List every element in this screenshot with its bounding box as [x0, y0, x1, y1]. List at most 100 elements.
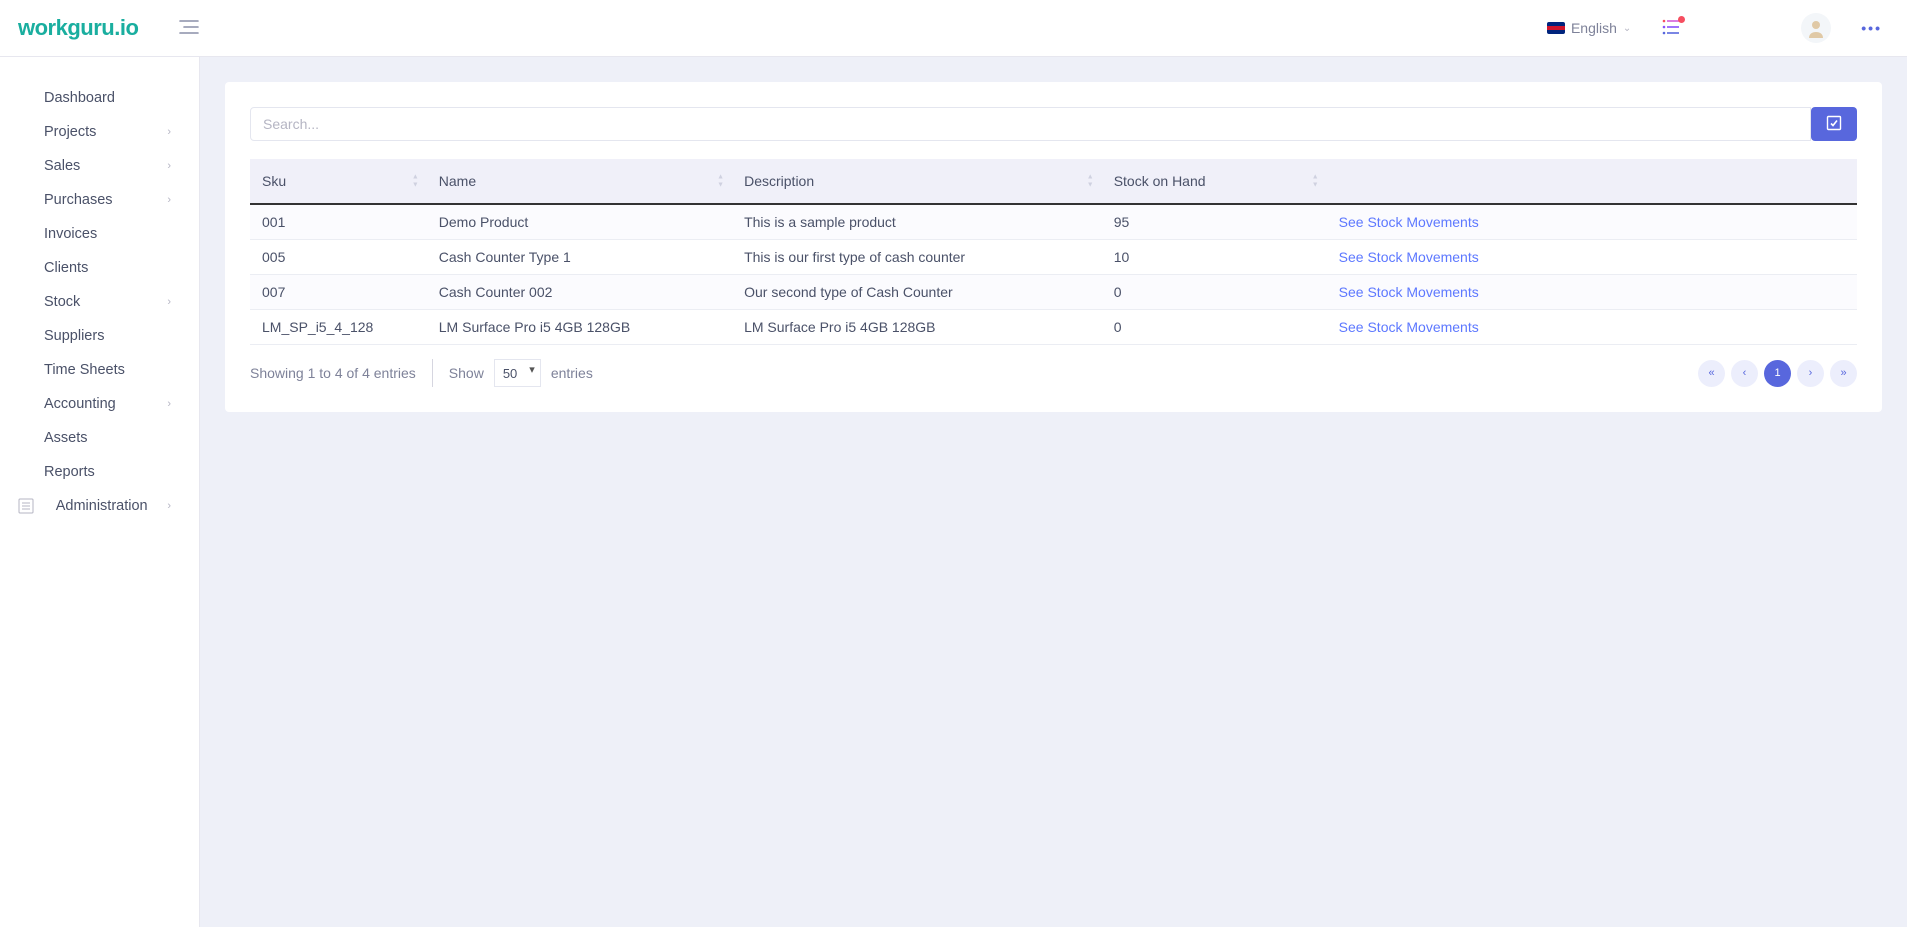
table-row: 005Cash Counter Type 1This is our first … — [250, 240, 1857, 275]
check-icon — [1826, 115, 1842, 134]
sidebar-item-label: Reports — [44, 464, 95, 480]
showing-text: Showing 1 to 4 of 4 entries — [250, 365, 416, 381]
sidebar-item-time-sheets[interactable]: Time Sheets — [0, 353, 199, 387]
sidebar-item-suppliers[interactable]: Suppliers — [0, 319, 199, 353]
sidebar-item-purchases[interactable]: Purchases › — [0, 183, 199, 217]
sidebar-item-label: Time Sheets — [44, 362, 125, 378]
col-actions[interactable]: ▲▼ — [1327, 159, 1857, 204]
notification-dot-icon — [1678, 16, 1685, 23]
sidebar-item-administration[interactable]: Administration › — [0, 489, 199, 523]
chevron-right-icon: › — [167, 126, 171, 138]
cell-name: Demo Product — [427, 204, 732, 240]
sidebar-item-label: Projects — [44, 124, 96, 140]
cell-sku: 007 — [250, 275, 427, 310]
entries-label: entries — [551, 365, 593, 381]
page-first-button[interactable]: « — [1698, 360, 1725, 387]
sidebar-item-sales[interactable]: Sales › — [0, 149, 199, 183]
see-stock-movements-link[interactable]: See Stock Movements — [1339, 319, 1479, 335]
content-card: Sku ▲▼ Name ▲▼ Description ▲▼ Stock on Hand ▲▼ ▲… — [225, 82, 1882, 412]
col-sku[interactable]: Sku ▲▼ — [250, 159, 427, 204]
see-stock-movements-link[interactable]: See Stock Movements — [1339, 284, 1479, 300]
shell: Dashboard Projects › Sales › Purchases › Invoic… — [0, 57, 1907, 927]
sidebar: Dashboard Projects › Sales › Purchases › Invoic… — [0, 57, 200, 927]
main-content: Sku ▲▼ Name ▲▼ Description ▲▼ Stock on Hand ▲▼ ▲… — [200, 57, 1907, 927]
cell-sku: LM_SP_i5_4_128 — [250, 310, 427, 345]
col-description[interactable]: Description ▲▼ — [732, 159, 1102, 204]
see-stock-movements-link[interactable]: See Stock Movements — [1339, 249, 1479, 265]
table-row: 001Demo ProductThis is a sample product9… — [250, 204, 1857, 240]
sidebar-item-clients[interactable]: Clients — [0, 251, 199, 285]
sort-icon: ▲▼ — [412, 174, 419, 189]
pagination: « ‹ 1 › » — [1698, 360, 1857, 387]
sidebar-item-label: Clients — [44, 260, 88, 276]
page-next-button[interactable]: › — [1797, 360, 1824, 387]
col-name[interactable]: Name ▲▼ — [427, 159, 732, 204]
sidebar-item-label: Sales — [44, 158, 80, 174]
table-footer: Showing 1 to 4 of 4 entries Show 50 entr… — [250, 359, 1857, 387]
col-label: Sku — [262, 173, 286, 189]
sidebar-item-reports[interactable]: Reports — [0, 455, 199, 489]
sidebar-item-assets[interactable]: Assets — [0, 421, 199, 455]
chevron-right-icon: › — [167, 398, 171, 410]
cell-action: See Stock Movements — [1327, 204, 1857, 240]
cell-action: See Stock Movements — [1327, 275, 1857, 310]
menu-toggle-icon[interactable] — [178, 19, 200, 38]
sidebar-item-accounting[interactable]: Accounting › — [0, 387, 199, 421]
logo[interactable]: workguru.io — [18, 15, 138, 41]
cell-description: Our second type of Cash Counter — [732, 275, 1102, 310]
cell-soh: 95 — [1102, 204, 1327, 240]
sidebar-item-stock[interactable]: Stock › — [0, 285, 199, 319]
chevron-right-icon: › — [167, 500, 171, 512]
sidebar-item-dashboard[interactable]: Dashboard — [0, 81, 199, 115]
footer-left: Showing 1 to 4 of 4 entries Show 50 entr… — [250, 359, 593, 387]
sidebar-item-label: Stock — [44, 294, 80, 310]
sidebar-item-label: Assets — [44, 430, 88, 446]
flag-icon — [1547, 22, 1565, 34]
page-1-button[interactable]: 1 — [1764, 360, 1791, 387]
cell-name: LM Surface Pro i5 4GB 128GB — [427, 310, 732, 345]
col-label: Name — [439, 173, 476, 189]
sidebar-item-label: Invoices — [44, 226, 97, 242]
cell-name: Cash Counter Type 1 — [427, 240, 732, 275]
col-label: Description — [744, 173, 814, 189]
app-header: workguru.io English ⌄ ••• — [0, 0, 1907, 57]
page-size-wrap: 50 — [494, 359, 541, 387]
chevron-right-icon: › — [167, 194, 171, 206]
show-label: Show — [449, 365, 484, 381]
search-input[interactable] — [250, 107, 1811, 141]
sidebar-item-label: Suppliers — [44, 328, 104, 344]
sidebar-item-projects[interactable]: Projects › — [0, 115, 199, 149]
cell-soh: 10 — [1102, 240, 1327, 275]
chevron-right-icon: › — [167, 296, 171, 308]
sidebar-item-label: Purchases — [44, 192, 113, 208]
sidebar-item-label: Dashboard — [44, 90, 115, 106]
header-right: English ⌄ ••• — [1547, 13, 1882, 43]
page-size-select[interactable]: 50 — [494, 359, 541, 387]
user-avatar[interactable] — [1801, 13, 1831, 43]
sidebar-item-invoices[interactable]: Invoices — [0, 217, 199, 251]
sidebar-item-label: Accounting — [44, 396, 116, 412]
page-prev-button[interactable]: ‹ — [1731, 360, 1758, 387]
col-stock-on-hand[interactable]: Stock on Hand ▲▼ — [1102, 159, 1327, 204]
sort-icon: ▲▼ — [1087, 174, 1094, 189]
language-selector[interactable]: English ⌄ — [1547, 20, 1631, 36]
search-submit-button[interactable] — [1811, 107, 1857, 141]
chevron-down-icon: ⌄ — [1623, 23, 1631, 34]
cell-sku: 001 — [250, 204, 427, 240]
sort-icon: ▲▼ — [1312, 174, 1319, 189]
sort-icon: ▲▼ — [717, 174, 724, 189]
cell-sku: 005 — [250, 240, 427, 275]
sidebar-item-label: Administration — [56, 498, 148, 514]
see-stock-movements-link[interactable]: See Stock Movements — [1339, 214, 1479, 230]
col-label: Stock on Hand — [1114, 173, 1206, 189]
quick-actions-button[interactable] — [1661, 18, 1681, 39]
cell-soh: 0 — [1102, 275, 1327, 310]
cell-description: LM Surface Pro i5 4GB 128GB — [732, 310, 1102, 345]
divider — [432, 359, 433, 387]
page-last-button[interactable]: » — [1830, 360, 1857, 387]
cell-name: Cash Counter 002 — [427, 275, 732, 310]
chevron-right-icon: › — [167, 160, 171, 172]
more-menu-icon[interactable]: ••• — [1861, 20, 1882, 36]
cell-description: This is a sample product — [732, 204, 1102, 240]
cell-action: See Stock Movements — [1327, 240, 1857, 275]
